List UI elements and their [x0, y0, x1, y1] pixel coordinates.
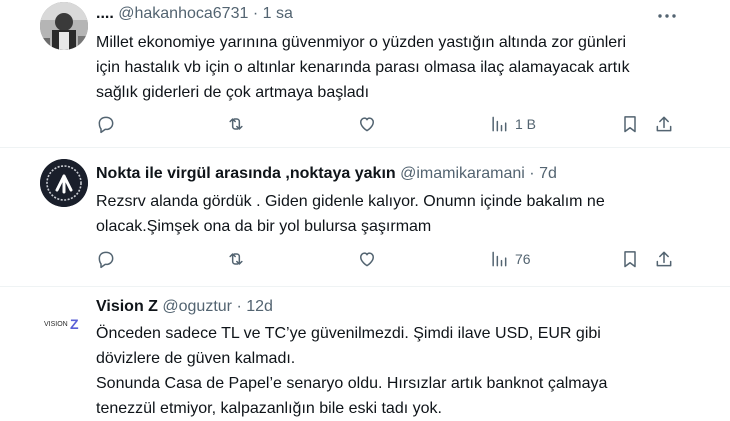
- separator-dot: ·: [529, 165, 535, 182]
- tweet-text-line: olacak.Şimşek ona da bir yol bulursa şaş…: [96, 218, 432, 235]
- reply-icon: [98, 116, 114, 134]
- like-icon: [360, 252, 374, 267]
- avatar[interactable]: [40, 2, 88, 50]
- reply-button[interactable]: [96, 248, 116, 270]
- retweet-icon: [229, 253, 243, 265]
- tweet-2[interactable]: Nokta ile virgül arasında ,noktaya yakın…: [0, 148, 730, 286]
- bookmark-button[interactable]: [620, 248, 640, 270]
- share-icon: [656, 251, 672, 267]
- more-options-button[interactable]: [656, 5, 678, 27]
- timestamp[interactable]: 1 sa: [263, 5, 293, 22]
- tweet-actions: 76: [96, 248, 686, 272]
- retweet-button[interactable]: [226, 248, 246, 270]
- views-count: 1 B: [515, 116, 537, 132]
- timestamp[interactable]: 12d: [246, 298, 273, 315]
- tweet-text: Millet ekonomiye yarınına güvenmiyor o y…: [96, 30, 686, 105]
- tweet-1[interactable]: .... @hakanhoca6731 · 1 sa Millet ekonom…: [0, 0, 730, 147]
- share-button[interactable]: [654, 113, 674, 135]
- reply-button[interactable]: [96, 113, 116, 135]
- avatar-logo-text: VISION: [44, 321, 68, 328]
- tweet-header: Nokta ile virgül arasında ,noktaya yakın…: [96, 165, 557, 183]
- tweet-text: Rezsrv alanda gördük . Giden gidenle kal…: [96, 189, 686, 239]
- tweet-text-line: Sonunda Casa de Papel’e senaryo oldu. Hı…: [96, 375, 608, 392]
- tweet-text-line: Önceden sadece TL ve TC’ye güvenilmezdi.…: [96, 325, 601, 342]
- timestamp[interactable]: 7d: [539, 165, 557, 182]
- like-button[interactable]: [357, 113, 377, 135]
- separator-dot: ·: [252, 5, 259, 22]
- bookmark-icon: [624, 251, 636, 268]
- bookmark-button[interactable]: [620, 113, 640, 135]
- tweet-actions: 1 B: [96, 113, 686, 137]
- avatar-image: [40, 159, 88, 207]
- views-icon: [492, 251, 507, 267]
- share-icon: [656, 116, 672, 132]
- retweet-icon: [229, 118, 243, 130]
- tweet-text-line: için hastalık vb için o altınlar kenarın…: [96, 59, 630, 76]
- tweet-text-line: sağlık giderleri de çok artmaya başladı: [96, 84, 370, 101]
- tweet-3[interactable]: VISION Z Vision Z @oguztur · 12d Önceden…: [0, 287, 730, 420]
- display-name[interactable]: ....: [96, 5, 114, 22]
- separator-dot: ·: [236, 298, 242, 315]
- tweet-text: Önceden sadece TL ve TC’ye güvenilmezdi.…: [96, 321, 686, 421]
- views-count: 76: [515, 251, 531, 267]
- display-name[interactable]: Vision Z: [96, 298, 158, 315]
- retweet-button[interactable]: [226, 113, 246, 135]
- like-icon: [360, 117, 374, 132]
- reply-icon: [98, 251, 114, 269]
- tweet-header: .... @hakanhoca6731 · 1 sa: [96, 5, 293, 23]
- views-icon: [492, 116, 507, 132]
- more-icon: [658, 14, 676, 18]
- avatar[interactable]: VISION Z: [40, 298, 88, 346]
- tweet-text-line: Millet ekonomiye yarınına güvenmiyor o y…: [96, 34, 627, 51]
- views-button[interactable]: 1 B: [489, 113, 536, 135]
- tweet-text-line: dövizlere de güven kalmadı.: [96, 350, 296, 367]
- bookmark-icon: [624, 116, 636, 133]
- views-button[interactable]: 76: [489, 248, 531, 270]
- avatar-image: [40, 2, 88, 50]
- tweet-text-line: tenezzül etmiyor, kalpazanlığın bile esk…: [96, 400, 442, 417]
- display-name[interactable]: Nokta ile virgül arasında ,noktaya yakın: [96, 165, 396, 182]
- share-button[interactable]: [654, 248, 674, 270]
- avatar-image: VISION Z: [40, 298, 88, 346]
- tweet-text-line: Rezsrv alanda gördük . Giden gidenle kal…: [96, 193, 605, 210]
- avatar[interactable]: [40, 159, 88, 207]
- tweet-header: Vision Z @oguztur · 12d: [96, 298, 273, 316]
- user-handle[interactable]: @imamikaramani: [400, 165, 525, 182]
- user-handle[interactable]: @oguztur: [162, 298, 232, 315]
- avatar-logo-z: Z: [70, 316, 79, 332]
- user-handle[interactable]: @hakanhoca6731: [118, 5, 248, 22]
- like-button[interactable]: [357, 248, 377, 270]
